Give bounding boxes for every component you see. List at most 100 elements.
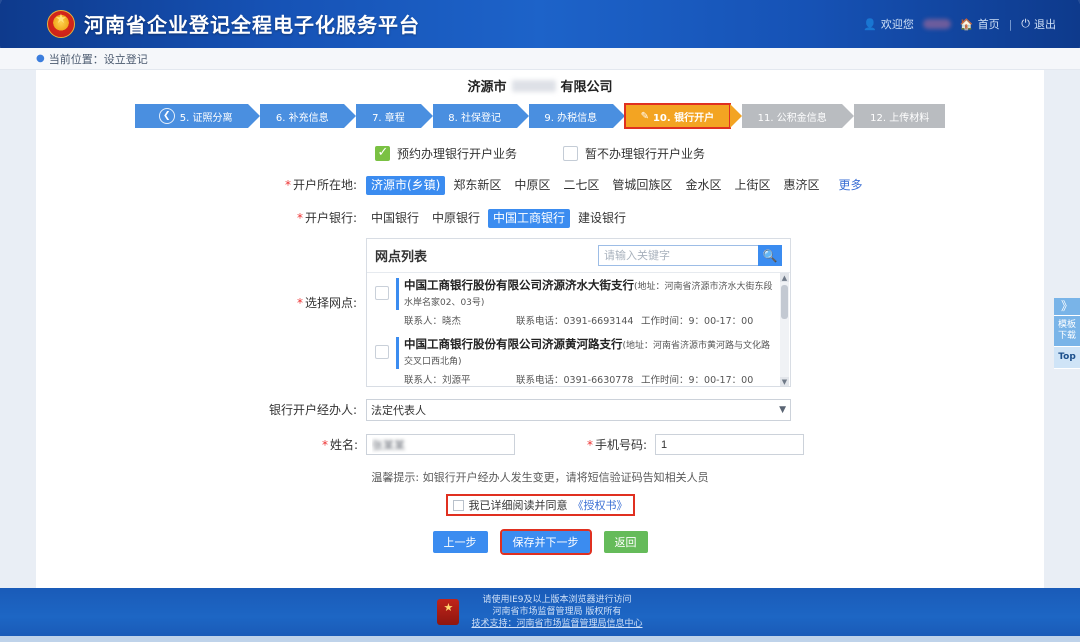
footer-line-3[interactable]: 技术支持：河南省市场监督管理局信息中心 (471, 618, 642, 630)
username-redacted (922, 19, 951, 29)
home-link[interactable]: 🏠 首页 (960, 16, 1000, 32)
chevron-down-icon[interactable]: ▼ (780, 377, 789, 386)
step-8[interactable]: 8. 社保登记 (432, 104, 529, 128)
location-choices: 济源市(乡镇) 郑东新区 中原区 二七区 管城回族区 金水区 上街区 惠济区 更… (366, 176, 868, 195)
agreement-row: 我已详细阅读并同意 《授权书》 (36, 494, 1044, 516)
chevron-down-icon: ▼ (779, 405, 786, 415)
footer-line-1: 请使用IE9及以上版本浏览器进行访问 (482, 595, 632, 605)
branch-checkbox-icon[interactable] (375, 286, 389, 300)
branch-list[interactable]: 中国工商银行股份有限公司济源济水大街支行(地址：河南省济源市济水大街东段水岸名家… (367, 273, 790, 386)
name-label: * 姓名: (36, 436, 366, 453)
chevron-up-icon[interactable]: ▲ (780, 273, 789, 282)
logout-link[interactable]: ⏻ 退出 (1021, 16, 1056, 32)
location-option-shangjie[interactable]: 上街区 (729, 176, 775, 195)
step-7[interactable]: 7. 章程 (356, 104, 433, 128)
branch-item[interactable]: 中国工商银行股份有限公司济源济水大街支行(地址：河南省济源市济水大街东段水岸名家… (367, 273, 790, 332)
breadcrumb: ● 当前位置：设立登记 (0, 48, 1080, 70)
branch-contact: 联系人：晓杰 (404, 316, 462, 327)
step-11[interactable]: 11. 公积金信息 (741, 104, 854, 128)
step-8-label: 8. 社保登记 (448, 112, 501, 124)
search-icon[interactable]: 🔍 (758, 245, 782, 266)
company-name: 济源市 有限公司 (36, 70, 1044, 95)
bank-option-boc[interactable]: 中国银行 (366, 209, 424, 228)
bank-option-zybank[interactable]: 中原银行 (427, 209, 485, 228)
step-6[interactable]: 6. 补充信息 (260, 104, 357, 128)
branch-list-scrollbar[interactable]: ▲ ▼ (780, 273, 789, 386)
content-panel: 济源市 有限公司 ❮ 5. 证照分离 6. 补充信息 7. 章程 8. 社保登记… (36, 70, 1044, 588)
step-5-label: 5. 证照分离 (179, 112, 233, 124)
agreement-checkbox-group[interactable]: 我已详细阅读并同意 《授权书》 (445, 494, 635, 516)
header-user-area: 👤 欢迎您 🏠 首页 | ⏻ 退出 (863, 16, 1056, 32)
bank-row: * 开户银行: 中国银行 中原银行 中国工商银行 建设银行 (36, 209, 1044, 228)
location-option-erqi[interactable]: 二七区 (558, 176, 604, 195)
branch-checkbox-icon[interactable] (375, 345, 389, 359)
back-button[interactable]: 返回 (603, 531, 648, 553)
branch-name: 中国工商银行股份有限公司济源济水大街支行 (404, 278, 634, 292)
option-reserve-bank-account[interactable]: 预约办理银行开户业务 (374, 145, 517, 162)
agreement-checkbox-icon[interactable] (452, 499, 464, 511)
branch-panel-title: 网点列表 (375, 250, 428, 265)
float-side-panel: 》 模板 下载 Top (1054, 298, 1080, 369)
authorization-link[interactable]: 《授权书》 (573, 497, 628, 513)
national-emblem-icon (47, 9, 75, 38)
save-next-button[interactable]: 保存并下一步 (499, 529, 592, 555)
branch-title: 中国工商银行股份有限公司济源黄河路支行(地址：河南省济源市黄河路与文化路交叉口西… (396, 337, 776, 369)
location-option-zhengdong[interactable]: 郑东新区 (448, 176, 506, 195)
back-arrow-icon[interactable]: ❮ (158, 108, 175, 124)
step-11-label: 11. 公积金信息 (757, 112, 827, 124)
brand: 河南省企业登记全程电子化服务平台 (47, 9, 420, 38)
phone-label: * 手机号码: (545, 436, 655, 453)
location-more-link[interactable]: 更多 (833, 176, 867, 195)
branch-label: * 选择网点: (36, 238, 366, 368)
branch-title: 中国工商银行股份有限公司济源济水大街支行(地址：河南省济源市济水大街东段水岸名家… (396, 278, 776, 310)
phone-input[interactable] (655, 434, 804, 455)
search-input[interactable] (598, 245, 758, 266)
location-option-jinshui[interactable]: 金水区 (680, 176, 726, 195)
location-option-zhongyuan[interactable]: 中原区 (509, 176, 555, 195)
branch-list-panel: 网点列表 🔍 中国工商银行股份有限公司济源济水大街支行(地址：河南省济源市济水大… (366, 238, 791, 387)
checkbox-skip-icon[interactable] (563, 146, 578, 161)
bank-option-ccb[interactable]: 建设银行 (573, 209, 631, 228)
location-option-guancheng[interactable]: 管城回族区 (607, 176, 677, 195)
page-title: 河南省企业登记全程电子化服务平台 (84, 13, 420, 37)
step-12[interactable]: 12. 上传材料 (854, 104, 945, 128)
step-10-bank-account[interactable]: ✎ 10. 银行开户 (623, 103, 742, 129)
location-row: * 开户所在地: 济源市(乡镇) 郑东新区 中原区 二七区 管城回族区 金水区 上… (36, 176, 1044, 195)
step-9-label: 9. 办税信息 (544, 112, 598, 124)
scroll-to-top-button[interactable]: Top (1054, 347, 1080, 369)
handler-select[interactable]: 法定代表人 ▼ (366, 399, 791, 421)
prev-button[interactable]: 上一步 (432, 531, 488, 553)
template-download-button[interactable]: 模板 下载 (1054, 316, 1080, 347)
expand-panel-icon[interactable]: 》 (1054, 298, 1080, 316)
required-mark: * (586, 438, 593, 452)
branch-item[interactable]: 中国工商银行股份有限公司济源黄河路支行(地址：河南省济源市黄河路与文化路交叉口西… (367, 332, 790, 386)
option-skip-bank-account[interactable]: 暂不办理银行开户业务 (563, 145, 705, 162)
header-separator: | (1008, 17, 1013, 31)
footer-text: 请使用IE9及以上版本浏览器进行访问 河南省市场监督管理局 版权所有 技术支持：… (471, 594, 642, 630)
page-body: 济源市 有限公司 ❮ 5. 证照分离 6. 补充信息 7. 章程 8. 社保登记… (0, 70, 1080, 588)
location-option-huiji[interactable]: 惠济区 (778, 176, 824, 195)
location-label-text: 开户所在地: (292, 178, 357, 192)
scrollbar-thumb[interactable] (781, 285, 788, 319)
step-5[interactable]: ❮ 5. 证照分离 (135, 104, 261, 128)
step-7-label: 7. 章程 (372, 112, 405, 124)
template-download-line2: 下载 (1057, 331, 1076, 341)
footer-line-2: 河南省市场监督管理局 版权所有 (492, 607, 622, 617)
checkbox-reserve-icon[interactable] (374, 145, 390, 161)
bank-option-icbc[interactable]: 中国工商银行 (488, 209, 571, 228)
company-suffix: 有限公司 (560, 80, 613, 95)
step-6-label: 6. 补充信息 (275, 112, 329, 124)
step-9[interactable]: 9. 办税信息 (528, 104, 626, 128)
welcome-label: 欢迎您 (880, 18, 914, 31)
location-option-jiyuan[interactable]: 济源市(乡镇) (366, 176, 446, 195)
home-label: 首页 (977, 18, 1000, 31)
location-label: * 开户所在地: (36, 176, 366, 195)
required-mark: * (296, 296, 303, 310)
welcome-user: 👤 欢迎您 (863, 16, 914, 32)
national-emblem-icon (437, 599, 460, 625)
agreement-text: 我已详细阅读并同意 (468, 499, 568, 512)
option-reserve-label: 预约办理银行开户业务 (396, 147, 517, 161)
name-input[interactable] (366, 434, 515, 455)
branch-info: 中国工商银行股份有限公司济源济水大街支行(地址：河南省济源市济水大街东段水岸名家… (396, 278, 776, 327)
required-mark: * (296, 211, 303, 225)
